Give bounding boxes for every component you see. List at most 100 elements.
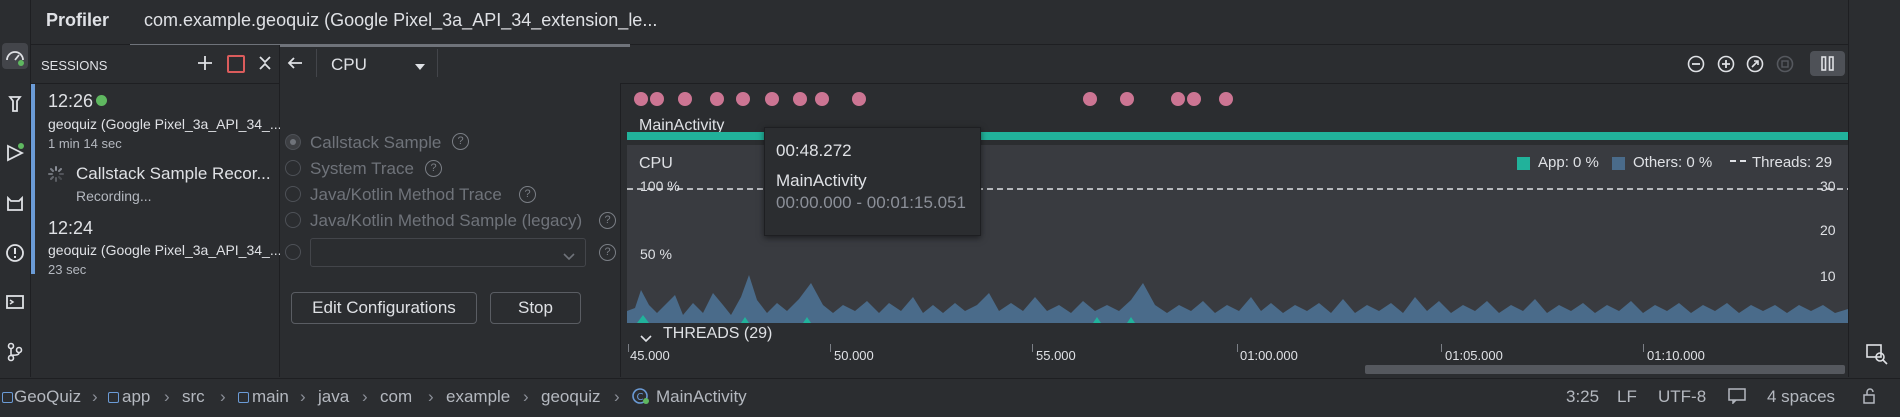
right-y-axis-label: 20 (1820, 222, 1836, 238)
breadcrumb-item[interactable]: com (380, 387, 412, 407)
session-time[interactable]: 12:24 (48, 218, 93, 239)
time-tick-label: 01:10.000 (1647, 348, 1705, 363)
live-status-dot (96, 95, 107, 106)
version-control-tool-icon[interactable] (3, 340, 27, 364)
breadcrumb-separator: › (220, 387, 226, 406)
stop-session-icon[interactable] (227, 55, 245, 73)
zoom-out-icon[interactable] (1687, 55, 1705, 73)
event-dot[interactable] (765, 92, 779, 106)
event-dot[interactable] (1083, 92, 1097, 106)
event-dot[interactable] (634, 92, 648, 106)
event-dot[interactable] (736, 92, 750, 106)
collapse-sessions-icon[interactable] (256, 54, 274, 72)
file-encoding[interactable]: UTF-8 (1658, 387, 1706, 407)
event-dot[interactable] (793, 92, 807, 106)
event-dot[interactable] (815, 92, 829, 106)
edit-configurations-button[interactable]: Edit Configurations (291, 292, 477, 324)
tooltip-range: 00:00.000 - 00:01:15.051 (776, 193, 966, 212)
recording-status: Recording... (76, 188, 152, 204)
timeline-scrollbar[interactable] (1365, 365, 1845, 374)
breadcrumb-item[interactable]: main (252, 387, 289, 407)
lock-icon[interactable] (1861, 387, 1879, 405)
event-dot[interactable] (1219, 92, 1233, 106)
session-duration: 1 min 14 sec (48, 136, 122, 151)
event-dot[interactable] (1171, 92, 1185, 106)
legend-others-swatch (1612, 157, 1625, 170)
breadcrumb-separator: › (523, 387, 529, 406)
breadcrumb-item[interactable]: GeoQuiz (14, 387, 81, 407)
option-radio (285, 244, 301, 260)
logcat-tool-icon[interactable] (3, 191, 27, 215)
breadcrumb-separator: › (362, 387, 368, 406)
time-tick (628, 344, 629, 352)
line-ending[interactable]: LF (1617, 387, 1637, 407)
profiler-select[interactable]: CPU (331, 55, 367, 75)
event-dot[interactable] (650, 92, 664, 106)
breadcrumb-separator: › (614, 387, 620, 406)
others-cpu-area (627, 275, 1848, 323)
zoom-to-selection-icon (1776, 55, 1794, 73)
event-dot[interactable] (1120, 92, 1134, 106)
breadcrumb-item[interactable]: example (446, 387, 510, 407)
build-tool-icon[interactable] (3, 92, 27, 116)
sessions-heading: SESSIONS (41, 58, 108, 73)
time-tick (1643, 344, 1644, 352)
breadcrumb-item[interactable]: src (182, 387, 205, 407)
event-dot[interactable] (852, 92, 866, 106)
event-dot[interactable] (710, 92, 724, 106)
help-icon: ? (425, 160, 442, 177)
add-session-icon[interactable] (196, 54, 214, 72)
session-tab-label: com.example.geoquiz (Google Pixel_3a_API… (144, 10, 658, 30)
help-icon: ? (599, 212, 616, 229)
profiler-tool-icon[interactable] (2, 43, 28, 69)
run-tool-icon[interactable] (3, 141, 27, 165)
session-time[interactable]: 12:26 (48, 91, 93, 112)
folder-icon (238, 392, 249, 403)
option-radio (285, 186, 301, 202)
event-dot[interactable] (678, 92, 692, 106)
caret-position[interactable]: 3:25 (1566, 387, 1599, 407)
left-tool-strip (0, 0, 31, 377)
help-icon: ? (519, 186, 536, 203)
chevron-down-icon[interactable] (640, 330, 652, 343)
module-icon (108, 392, 119, 403)
cpu-label: CPU (639, 155, 673, 172)
problems-tool-icon[interactable] (3, 241, 27, 265)
pause-icon (1821, 56, 1834, 71)
breadcrumb-item[interactable]: app (122, 387, 150, 407)
right-y-axis-label: 10 (1820, 268, 1836, 284)
right-y-axis-label: 30 (1820, 178, 1836, 194)
indent-setting[interactable]: 4 spaces (1767, 387, 1835, 407)
stop-button[interactable]: Stop (490, 292, 581, 324)
pause-live-button[interactable] (1810, 51, 1845, 76)
terminal-tool-icon[interactable] (3, 290, 27, 314)
chevron-down-icon (563, 248, 575, 261)
y-axis-label: 50 % (640, 246, 672, 262)
readonly-indicator-icon[interactable] (1728, 388, 1746, 405)
back-arrow-icon[interactable] (286, 54, 304, 72)
svg-text:C: C (637, 392, 644, 403)
breadcrumb-item[interactable]: java (318, 387, 349, 407)
device-explorer-icon[interactable] (1865, 342, 1889, 366)
breadcrumb-item[interactable]: geoquiz (541, 387, 601, 407)
time-tick-label: 50.000 (834, 348, 874, 363)
config-option: Java/Kotlin Method Trace (310, 185, 502, 204)
threads-label[interactable]: THREADS (29) (663, 325, 772, 343)
chevron-down-icon[interactable] (414, 58, 426, 70)
option-radio (285, 212, 301, 228)
time-tick (830, 344, 831, 352)
config-option: Callstack Sample (310, 133, 442, 152)
profiler-title: Profiler (46, 10, 110, 30)
legend-others: Others: 0 % (1633, 154, 1713, 171)
active-session-indicator (31, 84, 35, 274)
zoom-in-icon[interactable] (1717, 55, 1735, 73)
event-dot[interactable] (1187, 92, 1201, 106)
time-tick (1237, 344, 1238, 352)
breadcrumb-item[interactable]: MainActivity (656, 387, 747, 407)
recording-title[interactable]: Callstack Sample Recor... (76, 164, 271, 184)
session-duration: 23 sec (48, 262, 87, 277)
breadcrumb-separator: › (300, 387, 306, 406)
tooltip-time: 00:48.272 (776, 141, 852, 160)
reset-zoom-icon[interactable] (1746, 55, 1764, 73)
legend-app: App: 0 % (1538, 154, 1599, 171)
